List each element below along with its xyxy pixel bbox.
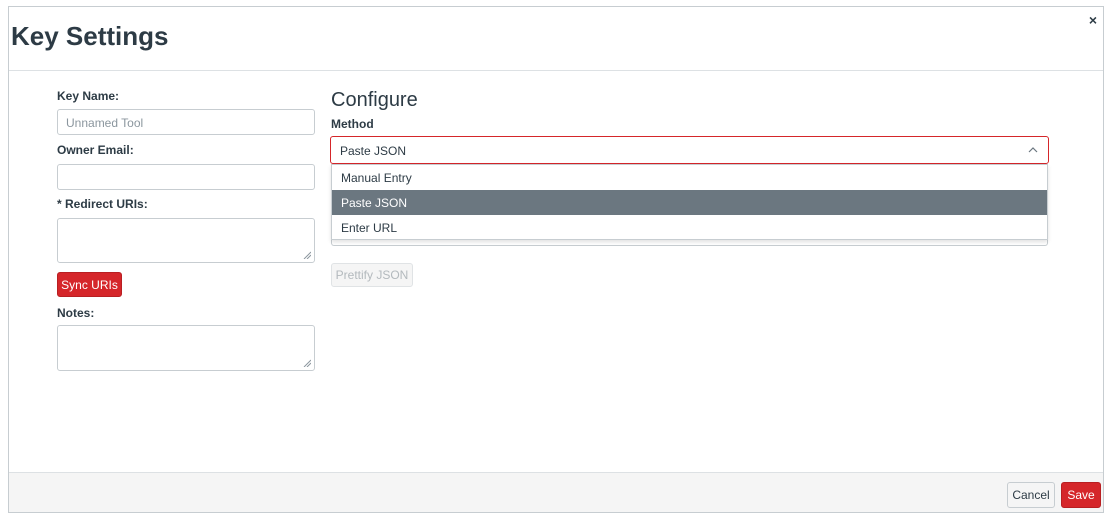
method-option-manual-entry[interactable]: Manual Entry (332, 165, 1047, 190)
chevron-up-icon (1028, 147, 1038, 153)
redirect-uris-label: * Redirect URIs: (57, 197, 148, 211)
method-select[interactable]: Paste JSON (330, 136, 1049, 164)
method-option-paste-json[interactable]: Paste JSON (332, 190, 1047, 215)
method-dropdown-menu: Manual Entry Paste JSON Enter URL (331, 164, 1048, 240)
method-option-enter-url[interactable]: Enter URL (332, 215, 1047, 240)
method-selected-value: Paste JSON (340, 144, 407, 158)
notes-textarea[interactable] (57, 325, 315, 371)
json-textarea-edge (331, 240, 1048, 246)
owner-email-label: Owner Email: (57, 143, 134, 157)
notes-label: Notes: (57, 306, 95, 320)
modal-footer: Cancel Save (9, 472, 1103, 512)
prettify-json-button[interactable]: Prettify JSON (331, 263, 413, 287)
close-icon[interactable]: × (1089, 13, 1097, 27)
method-label: Method (331, 117, 374, 131)
cancel-button[interactable]: Cancel (1007, 482, 1055, 508)
sync-uris-button[interactable]: Sync URIs (57, 272, 122, 297)
modal-title: Key Settings (11, 21, 169, 51)
modal-header: Key Settings (9, 7, 1103, 71)
save-button[interactable]: Save (1061, 482, 1101, 508)
configure-heading: Configure (331, 89, 418, 111)
owner-email-input[interactable] (57, 164, 315, 190)
key-name-label: Key Name: (57, 89, 120, 103)
key-name-input[interactable]: Unnamed Tool (57, 109, 315, 135)
key-settings-modal: Key Settings × Key Name: Unnamed Tool Ow… (8, 6, 1104, 513)
redirect-uris-textarea[interactable] (57, 218, 315, 263)
resize-grip-icon[interactable] (303, 251, 311, 259)
resize-grip-icon[interactable] (303, 359, 311, 367)
